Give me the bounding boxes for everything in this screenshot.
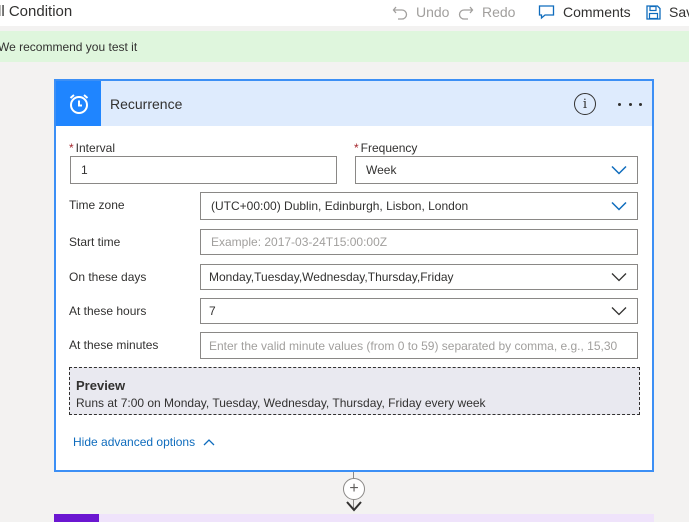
command-bar: ll Condition Undo Redo Comments Sav [0,0,689,26]
chevron-down-icon [611,307,627,316]
banner-text: We recommend you test it [0,40,138,54]
time-zone-value: (UTC+00:00) Dublin, Edinburgh, Lisbon, L… [211,199,469,213]
info-icon[interactable]: i [574,93,596,115]
start-time-label: Start time [69,235,121,249]
test-recommendation-banner: We recommend you test it [0,31,689,62]
on-these-days-value: Monday,Tuesday,Wednesday,Thursday,Friday [209,270,454,284]
card-header[interactable]: Recurrence i [56,81,652,126]
at-these-minutes-input[interactable]: Enter the valid minute values (from 0 to… [200,332,638,359]
on-these-days-dropdown[interactable]: Monday,Tuesday,Wednesday,Thursday,Friday [200,264,638,290]
next-action-card[interactable] [54,514,654,522]
redo-icon [458,6,474,20]
time-zone-dropdown[interactable]: (UTC+00:00) Dublin, Edinburgh, Lisbon, L… [200,192,638,220]
at-these-hours-label: At these hours [69,304,147,318]
interval-label: * Interval [69,141,115,155]
frequency-dropdown[interactable]: Week [355,156,638,184]
arrow-down-icon [346,501,362,512]
interval-input[interactable]: 1 [70,156,337,184]
save-button[interactable]: Sav [646,2,689,22]
at-these-minutes-label: At these minutes [69,338,159,352]
alarm-clock-icon [56,81,101,126]
comments-button[interactable]: Comments [538,2,631,22]
at-these-hours-dropdown[interactable]: 7 [200,298,638,324]
flow-title: ll Condition [0,3,73,20]
comments-label: Comments [563,4,631,20]
chevron-down-icon [611,201,627,211]
chevron-down-icon [611,273,627,282]
more-icon[interactable] [618,94,642,114]
frequency-label: * Frequency [354,141,417,155]
frequency-value: Week [366,163,397,177]
schedule-preview: Preview Runs at 7:00 on Monday, Tuesday,… [69,367,640,415]
undo-icon [392,6,408,20]
chevron-down-icon [611,165,627,175]
chevron-up-icon [203,439,215,446]
condition-action-icon [54,514,99,522]
preview-title: Preview [76,378,126,393]
time-zone-label: Time zone [69,198,125,212]
comment-icon [538,5,555,20]
undo-button[interactable]: Undo [392,2,449,22]
frequency-label-text: Frequency [360,141,418,155]
redo-label: Redo [482,4,516,20]
save-label: Sav [669,4,689,20]
preview-text: Runs at 7:00 on Monday, Tuesday, Wednesd… [76,396,486,410]
hide-advanced-options-link[interactable]: Hide advanced options [73,435,215,449]
undo-label: Undo [416,4,450,20]
redo-button[interactable]: Redo [458,2,515,22]
save-icon [646,4,661,20]
required-mark: * [354,141,359,155]
at-these-hours-value: 7 [209,304,216,318]
on-these-days-label: On these days [69,270,147,284]
hide-advanced-options-label: Hide advanced options [73,435,196,449]
plus-icon[interactable]: + [343,478,365,500]
start-time-input[interactable]: Example: 2017-03-24T15:00:00Z [200,229,638,255]
card-title: Recurrence [110,96,183,112]
interval-label-text: Interval [75,141,116,155]
required-mark: * [69,141,74,155]
recurrence-card: Recurrence i * Interval 1 * Frequency Week… [54,79,654,472]
